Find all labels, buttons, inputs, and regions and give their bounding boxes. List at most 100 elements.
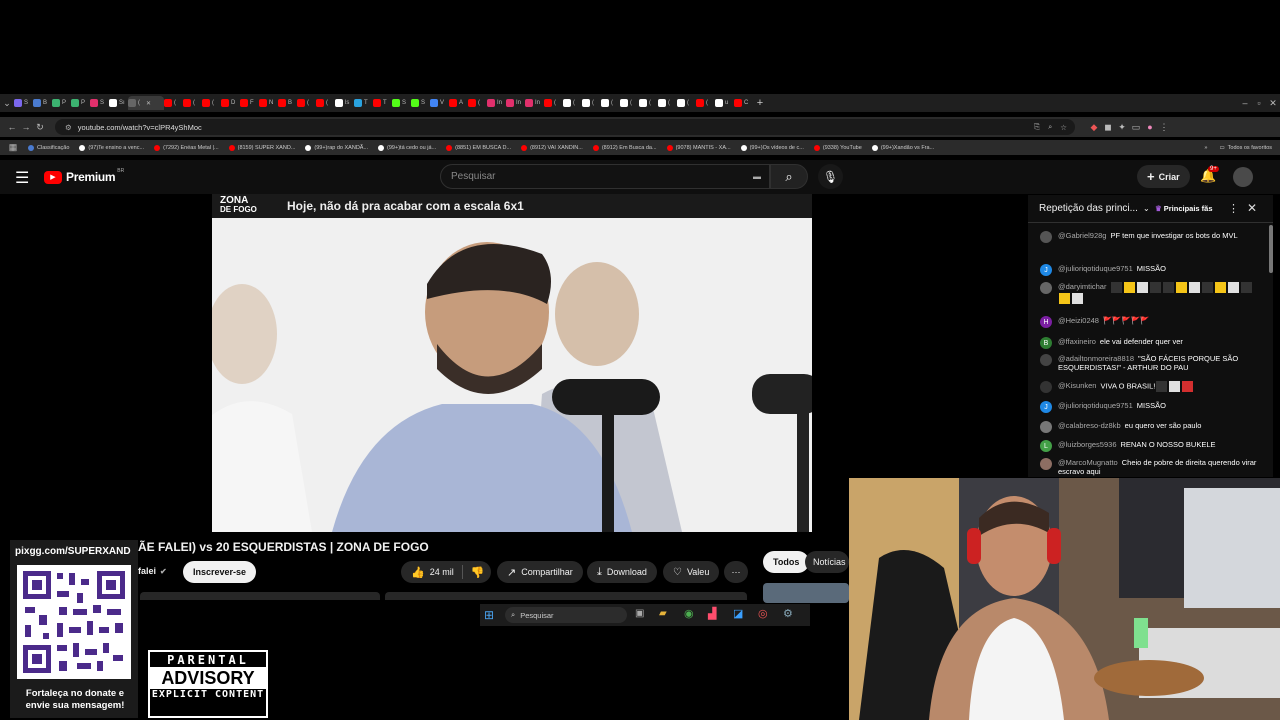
video-player[interactable] (212, 194, 812, 532)
split-view-icon[interactable]: ▭ (1129, 120, 1143, 134)
file-explorer-icon[interactable]: ▰ (659, 608, 667, 619)
browser-tab[interactable]: B (33, 96, 52, 110)
browser-tab[interactable]: F (240, 96, 259, 110)
chat-message[interactable]: @Kisunken VIVA O BRASIL! (1028, 381, 1258, 393)
browser-tab[interactable]: ( (563, 96, 582, 110)
settings-gear-icon[interactable]: ⚙ (783, 607, 793, 620)
browser-tab[interactable]: ( (639, 96, 658, 110)
extension-icon[interactable]: ◆ (1087, 120, 1101, 134)
extension-icon-2[interactable]: ◼ (1101, 120, 1115, 134)
browser-tab[interactable]: S (411, 96, 430, 110)
zoom-icon[interactable]: ⌕ (1048, 122, 1052, 132)
browser-tab[interactable]: ( (297, 96, 316, 110)
chat-mode-dropdown[interactable]: Repetição das princi... ⌄ (1039, 203, 1150, 214)
browser-tab[interactable]: ( (677, 96, 696, 110)
chat-message[interactable]: J @julioriqotiduque9751 MISSÃO (1028, 264, 1258, 276)
youtube-search-input[interactable]: Pesquisar ▬ (440, 164, 770, 189)
reload-icon[interactable]: ↻ (33, 120, 47, 134)
windows-start-icon[interactable]: ⊞ (484, 608, 494, 622)
share-button[interactable]: ↗ Compartilhar (497, 561, 583, 583)
bookmark-item[interactable]: (9078) MANTIS - XA... (666, 144, 731, 151)
minimize-icon[interactable]: – (1238, 96, 1252, 110)
task-view-icon[interactable]: ▣ (635, 608, 644, 619)
comments-box[interactable] (385, 592, 747, 600)
bookmark-item[interactable]: (99+)Os vídeos de c... (740, 144, 804, 151)
browser-tab[interactable]: P (52, 96, 71, 110)
extensions-puzzle-icon[interactable]: ✦ (1115, 120, 1129, 134)
channel-name[interactable]: falei ✔ (138, 566, 167, 576)
back-icon[interactable]: ← (5, 120, 19, 134)
chat-menu-icon[interactable]: ⋮ (1228, 202, 1239, 215)
chat-author[interactable]: @calabreso-dz8kb (1058, 421, 1121, 430)
url-field[interactable]: ⚙ youtube.com/watch?v=clPR4yShMoc ⎘ ⌕ ☆ (55, 119, 1075, 135)
browser-tab[interactable]: ( (620, 96, 639, 110)
filter-chip-news[interactable]: Notícias (805, 551, 849, 573)
bookmark-item[interactable]: (99+)Xandão vs Fra... (871, 144, 934, 151)
browser-tab[interactable]: Sı (109, 96, 128, 110)
browser-tab[interactable]: N (259, 96, 278, 110)
bookmark-item[interactable]: (97)Te ensino a venc... (79, 144, 144, 151)
menu-icon[interactable]: ⋮ (1157, 120, 1171, 134)
chat-author[interactable]: @julioriqotiduque9751 (1058, 264, 1133, 273)
apps-grid-icon[interactable]: ▦ (6, 141, 20, 155)
download-button[interactable]: ⤓ Download (587, 561, 657, 583)
browser-tab[interactable]: B (278, 96, 297, 110)
maximize-icon[interactable]: ▫ (1252, 96, 1266, 110)
forward-icon[interactable]: → (19, 120, 33, 134)
app-icon[interactable]: ▟ (708, 607, 716, 620)
chat-message[interactable]: @MarcoMugnatto Cheio de pobre de direita … (1028, 458, 1258, 476)
browser-tab[interactable]: ( (164, 96, 183, 110)
chat-message[interactable]: H @Heizi0248 🚩🚩🚩🚩🚩 (1028, 316, 1258, 328)
new-tab-icon[interactable]: + (753, 96, 767, 110)
browser-tab[interactable]: S (14, 96, 33, 110)
chat-author[interactable]: @Kisunken (1058, 381, 1096, 390)
profile-avatar[interactable]: ● (1143, 120, 1157, 134)
browser-tab[interactable]: u (715, 96, 734, 110)
search-button[interactable]: ⌕ (770, 164, 808, 189)
chat-message[interactable]: J @julioriqotiduque9751 MISSÃO (1028, 401, 1258, 413)
chat-message[interactable]: @Gabriel928g PF tem que investigar os bot… (1028, 231, 1258, 243)
browser-tab[interactable]: T (373, 96, 392, 110)
hamburger-menu-icon[interactable]: ☰ (15, 168, 29, 188)
app-icon-2[interactable]: ◪ (733, 607, 743, 620)
bookmark-item[interactable]: (8912) VAI XANDIN... (521, 144, 583, 151)
browser-tab[interactable]: ( (544, 96, 563, 110)
keyboard-icon[interactable]: ▬ (753, 172, 761, 181)
browser-tab[interactable]: ( (658, 96, 677, 110)
chat-author[interactable]: @julioriqotiduque9751 (1058, 401, 1133, 410)
chat-author[interactable]: @luizborges5936 (1058, 440, 1116, 449)
taskbar-search[interactable]: ⌕ Pesquisar (505, 607, 627, 623)
thanks-button[interactable]: ♡ Valeu (663, 561, 720, 583)
bookmarks-overflow-icon[interactable]: » (1204, 145, 1207, 151)
close-tab-icon[interactable]: ✕ (146, 100, 151, 107)
dislike-button[interactable]: 👎 (471, 566, 485, 579)
all-bookmarks-link[interactable]: Todos os favoritos (1228, 145, 1272, 151)
close-window-icon[interactable]: ✕ (1266, 96, 1280, 110)
browser-tab[interactable]: ( (601, 96, 620, 110)
chat-author[interactable]: @MarcoMugnatto (1058, 458, 1118, 467)
bookmark-item[interactable]: (8912) Em Busca da... (592, 144, 657, 151)
browser-tab[interactable]: In (487, 96, 506, 110)
browser-tab[interactable]: P (71, 96, 90, 110)
browser-tab[interactable]: ( (696, 96, 715, 110)
filter-chip-all[interactable]: Todos (763, 551, 810, 573)
close-chat-icon[interactable]: ✕ (1247, 201, 1257, 215)
browser-tab[interactable]: ( (468, 96, 487, 110)
youtube-logo[interactable]: ▶ Premium BR (44, 168, 124, 184)
app-icon-3[interactable]: ◎ (758, 607, 768, 620)
browser-tab[interactable]: In (506, 96, 525, 110)
chat-message[interactable]: B @ffaxineiro ele vai defender quer ver (1028, 337, 1258, 349)
tab-search-icon[interactable]: ⌄ (0, 96, 14, 110)
bookmark-item[interactable]: Classificação (28, 144, 69, 151)
top-fans-badge[interactable]: ♛ Principais fãs (1155, 204, 1213, 213)
browser-tab[interactable]: ( (202, 96, 221, 110)
browser-tab[interactable]: T (354, 96, 373, 110)
create-button[interactable]: + Criar (1137, 165, 1190, 188)
browser-tab[interactable]: S (90, 96, 109, 110)
bookmark-item[interactable]: (99+)tá cedo ou já... (378, 144, 436, 151)
bookmark-star-icon[interactable]: ☆ (1060, 123, 1067, 132)
chat-message[interactable]: @daryimtichar (1028, 282, 1258, 304)
site-info-icon[interactable]: ⚙ (65, 123, 72, 132)
bookmark-item[interactable]: (8159) SUPER XAND... (228, 144, 295, 151)
voice-search-icon[interactable]: 🎙 (818, 164, 843, 189)
